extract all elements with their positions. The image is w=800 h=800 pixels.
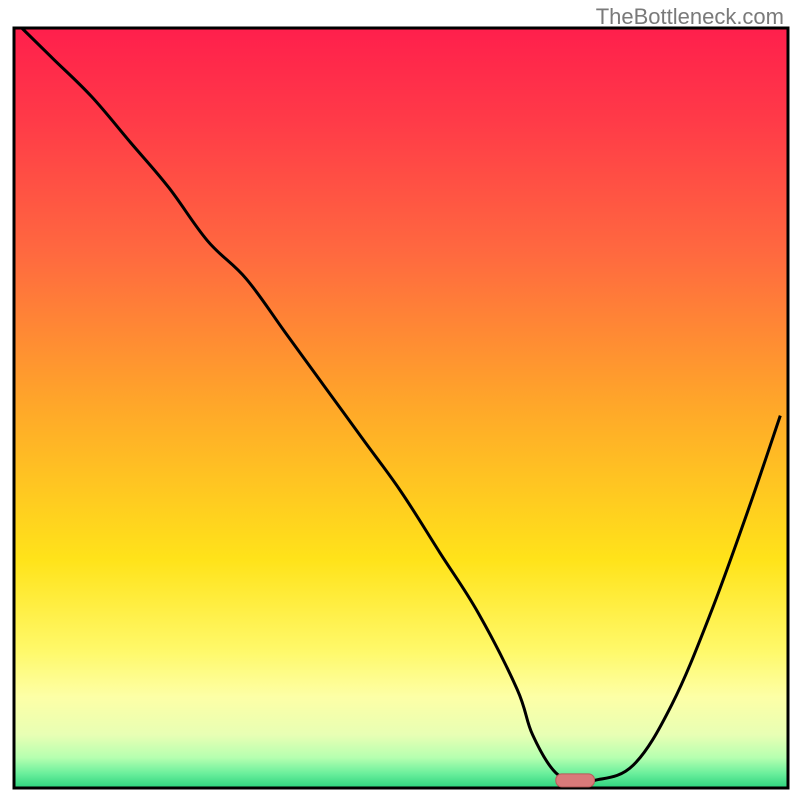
watermark-text: TheBottleneck.com bbox=[596, 4, 784, 30]
chart-container: TheBottleneck.com bbox=[0, 0, 800, 800]
optimal-marker bbox=[556, 774, 595, 787]
bottleneck-chart bbox=[0, 0, 800, 800]
